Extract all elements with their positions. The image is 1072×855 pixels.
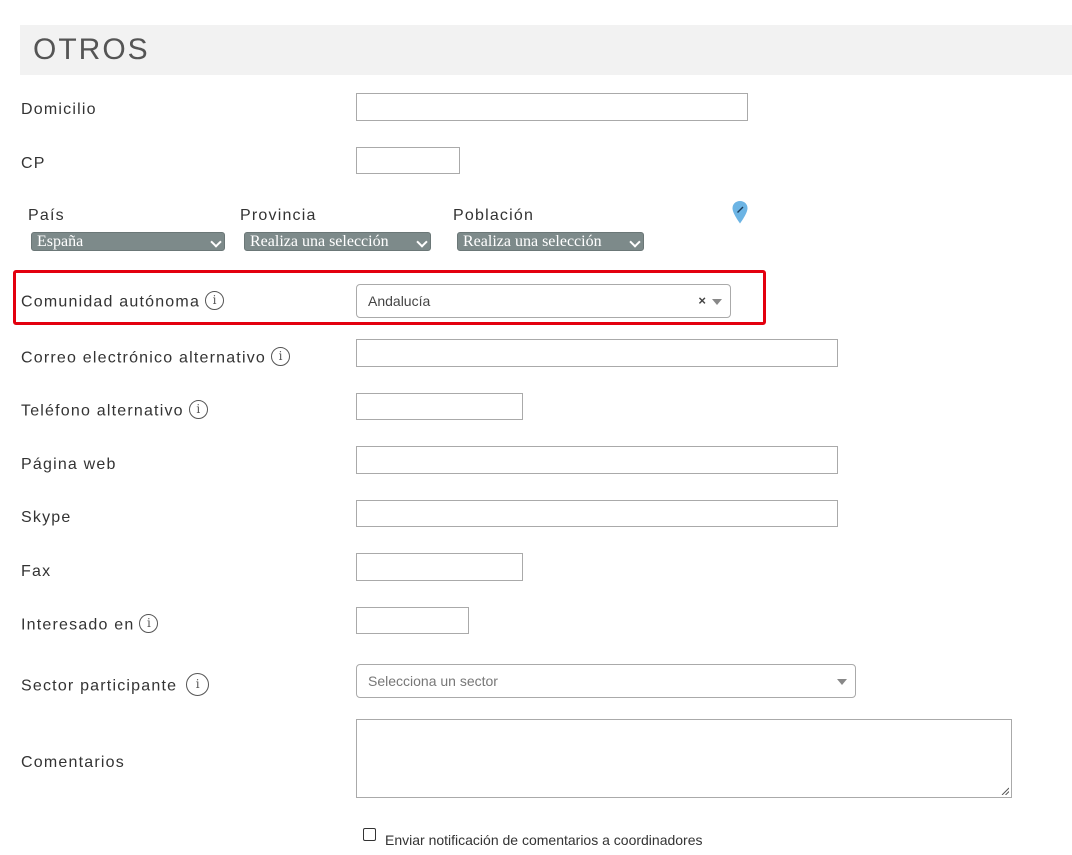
info-circle-icon[interactable]: i: [188, 400, 208, 419]
pais-selected: España: [37, 233, 84, 250]
interesado-label-text: Interesado en: [21, 616, 135, 634]
correo-alt-input[interactable]: [356, 339, 838, 367]
interesado-label: Interesado en i: [21, 614, 159, 635]
sector-select[interactable]: Selecciona un sector: [356, 664, 856, 698]
notify-checkbox[interactable]: [363, 828, 376, 841]
section-title: OTROS: [33, 33, 150, 66]
poblacion-select[interactable]: Realiza una selección: [457, 232, 644, 251]
provincia-label: Provincia: [240, 207, 317, 224]
dropdown-arrow-icon: [837, 679, 847, 685]
chevron-down-icon: [629, 236, 641, 248]
pagina-web-label: Página web: [21, 456, 117, 473]
comentarios-textarea[interactable]: [356, 719, 1012, 798]
telefono-alt-label-text: Teléfono alternativo: [21, 402, 184, 420]
domicilio-input[interactable]: [356, 93, 748, 121]
info-circle-icon[interactable]: i: [186, 673, 210, 696]
poblacion-label: Población: [453, 207, 535, 224]
dropdown-arrow-icon: [712, 299, 722, 305]
info-circle-icon[interactable]: i: [205, 291, 225, 310]
correo-alt-label: Correo electrónico alternativo i: [21, 347, 290, 368]
skype-input[interactable]: [356, 500, 838, 527]
sector-label: Sector participante i: [21, 673, 210, 698]
map-pin-icon[interactable]: [731, 200, 749, 225]
sector-placeholder: Selecciona un sector: [368, 673, 498, 689]
domicilio-label: Domicilio: [21, 101, 97, 118]
sector-label-text: Sector participante: [21, 677, 178, 695]
interesado-input[interactable]: [356, 607, 469, 634]
cp-label: CP: [21, 155, 46, 172]
resize-handle-icon[interactable]: [1001, 787, 1009, 795]
chevron-down-icon: [416, 236, 428, 248]
info-circle-icon[interactable]: i: [271, 347, 290, 366]
comunidad-label: Comunidad autónoma i: [21, 291, 225, 312]
pais-select[interactable]: España: [31, 232, 225, 251]
chevron-down-icon: [210, 236, 222, 248]
info-circle-icon[interactable]: i: [139, 614, 159, 633]
pais-label: País: [28, 207, 65, 224]
section-header: OTROS: [20, 25, 1072, 75]
pagina-web-input[interactable]: [356, 446, 838, 474]
clear-selection-icon[interactable]: ×: [698, 285, 706, 317]
poblacion-selected: Realiza una selección: [463, 233, 602, 250]
telefono-alt-input[interactable]: [356, 393, 523, 420]
correo-alt-label-text: Correo electrónico alternativo: [21, 349, 266, 367]
provincia-selected: Realiza una selección: [250, 233, 389, 250]
telefono-alt-label: Teléfono alternativo i: [21, 400, 208, 421]
fax-input[interactable]: [356, 553, 523, 581]
comunidad-selected: Andalucía: [368, 293, 431, 309]
provincia-select[interactable]: Realiza una selección: [244, 232, 431, 251]
comentarios-label: Comentarios: [21, 754, 125, 771]
notify-label[interactable]: Enviar notificación de comentarios a coo…: [385, 832, 703, 848]
comunidad-select[interactable]: Andalucía ×: [356, 284, 731, 318]
cp-input[interactable]: [356, 147, 460, 174]
fax-label: Fax: [21, 563, 52, 580]
comunidad-label-text: Comunidad autónoma: [21, 293, 201, 311]
skype-label: Skype: [21, 509, 72, 526]
